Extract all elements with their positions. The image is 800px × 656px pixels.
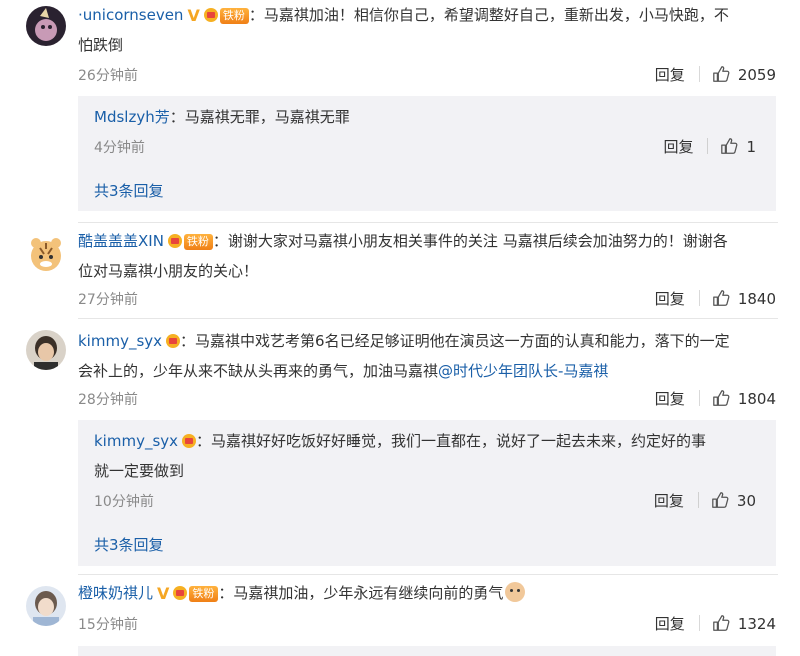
thumb-up-icon[interactable] <box>712 389 730 407</box>
comment-text: ：马嘉祺加油，少年永远有继续向前的勇气 <box>218 584 504 602</box>
avatar[interactable] <box>26 234 66 274</box>
fan-badge: 铁粉 <box>183 234 213 250</box>
reply-username[interactable]: kimmy_syx <box>94 432 178 450</box>
crown-badge-icon <box>173 586 188 600</box>
thumb-up-icon[interactable] <box>720 137 738 155</box>
reply-box: kimmy_syx ：马嘉祺好好吃饭好好睡觉，我们一直都在，说好了一起去未来，约定… <box>78 420 776 566</box>
reply-actions: 回复 30 <box>654 490 756 511</box>
like-count: 2059 <box>737 66 776 84</box>
comment-text: 会补上的，少年从来不缺从头再来的勇气，加油马嘉祺 <box>78 362 439 380</box>
divider <box>698 66 700 82</box>
reply-actions: 回复 1 <box>663 136 756 157</box>
reply-box <box>78 646 776 656</box>
reply-time: 10分钟前 <box>94 494 154 510</box>
comment-time: 15分钟前 <box>78 617 138 633</box>
comment-text-line: kimmy_syx ：马嘉祺中戏艺考第6名已经足够证明他在演员这一方面的认真和能力… <box>78 326 778 356</box>
reply-button[interactable]: 回复 <box>655 615 685 633</box>
comment-actions: 回复 1804 <box>655 388 776 409</box>
reply-text-line: kimmy_syx ：马嘉祺好好吃饭好好睡觉，我们一直都在，说好了一起去未来，约定… <box>94 426 706 456</box>
thumb-up-icon[interactable] <box>711 491 729 509</box>
comment-actions: 回复 1840 <box>655 288 776 309</box>
comment-username[interactable]: kimmy_syx <box>78 332 162 350</box>
more-replies-link[interactable]: 共3条回复 <box>94 180 164 201</box>
comment-text-line: 酷盖盖盖XIN 铁粉 ：谢谢大家对马嘉祺小朋友相关事件的关注 马嘉祺后续会加油努力的… <box>78 226 778 256</box>
like-count: 1324 <box>737 615 776 633</box>
reply-button[interactable]: 回复 <box>655 66 685 84</box>
comment-text-line: 橙味奶祺儿 V 铁粉 ：马嘉祺加油，少年永远有继续向前的勇气 <box>78 578 778 609</box>
reply-username[interactable]: Mdslzyh芳 <box>94 108 170 126</box>
avatar[interactable] <box>26 330 66 370</box>
reply-button[interactable]: 回复 <box>654 492 684 510</box>
divider <box>698 615 700 631</box>
reply-text: ：马嘉祺无罪，马嘉祺无罪 <box>169 108 350 126</box>
comment-text-continuation: 会补上的，少年从来不缺从头再来的勇气，加油马嘉祺@时代少年团队长-马嘉祺 <box>78 356 608 386</box>
comment-username[interactable]: 橙味奶祺儿 <box>78 584 153 602</box>
more-replies-link[interactable]: 共3条回复 <box>94 534 164 555</box>
reply-time: 4分钟前 <box>94 140 145 156</box>
reply-button[interactable]: 回复 <box>655 290 685 308</box>
thumb-up-icon[interactable] <box>712 65 730 83</box>
comment-text: ：谢谢大家对马嘉祺小朋友相关事件的关注 马嘉祺后续会加油努力的！谢谢各 <box>212 232 728 250</box>
reply-text-line: Mdslzyh芳：马嘉祺无罪，马嘉祺无罪 <box>94 102 350 132</box>
comment-time: 28分钟前 <box>78 392 138 408</box>
dog-face-emoji-icon <box>505 582 526 602</box>
divider <box>78 574 778 575</box>
reply-box: Mdslzyh芳：马嘉祺无罪，马嘉祺无罪 4分钟前 回复 1 共3条回复 <box>78 96 776 211</box>
like-count: 30 <box>736 492 756 510</box>
verified-v-icon: V <box>187 6 200 25</box>
crown-badge-icon <box>167 234 182 248</box>
divider <box>698 290 700 306</box>
comment-actions: 回复 2059 <box>655 64 776 85</box>
thumb-up-icon[interactable] <box>712 289 730 307</box>
avatar[interactable] <box>26 586 66 626</box>
comment-time: 27分钟前 <box>78 292 138 308</box>
comment-time: 26分钟前 <box>78 68 138 84</box>
comment-text: ：马嘉祺加油！相信你自己，希望调整好自己，重新出发，小马快跑，不 <box>248 6 729 24</box>
divider <box>697 492 699 508</box>
crown-badge-icon <box>166 334 181 348</box>
reply-button[interactable]: 回复 <box>655 390 685 408</box>
crown-badge-icon <box>182 434 197 448</box>
mention-link[interactable]: @时代少年团队长-马嘉祺 <box>438 362 608 380</box>
comment-username[interactable]: 酷盖盖盖XIN <box>78 232 164 250</box>
crown-badge-icon <box>203 8 218 22</box>
reply-text: ：马嘉祺好好吃饭好好睡觉，我们一直都在，说好了一起去未来，约定好的事 <box>196 432 707 450</box>
divider <box>707 138 709 154</box>
avatar[interactable] <box>26 6 66 46</box>
comment-text-continuation: 怕跌倒 <box>78 36 124 54</box>
like-count: 1 <box>746 138 756 156</box>
comment-username[interactable]: ·unicornseven <box>78 6 183 24</box>
fan-badge: 铁粉 <box>189 586 219 602</box>
verified-v-icon: V <box>157 584 170 603</box>
comment-actions: 回复 1324 <box>655 613 776 634</box>
comment-text-line: ·unicornseven V 铁粉 ：马嘉祺加油！相信你自己，希望调整好自己，重新出… <box>78 0 778 31</box>
reply-text-continuation: 就一定要做到 <box>94 462 185 480</box>
reply-button[interactable]: 回复 <box>663 138 693 156</box>
divider <box>698 390 700 406</box>
thumb-up-icon[interactable] <box>712 614 730 632</box>
divider <box>78 318 778 319</box>
comment-text: ：马嘉祺中戏艺考第6名已经足够证明他在演员这一方面的认真和能力，落下的一定 <box>180 332 730 350</box>
fan-badge: 铁粉 <box>219 8 249 24</box>
like-count: 1840 <box>737 290 776 308</box>
like-count: 1804 <box>737 390 776 408</box>
comment-text-continuation: 位对马嘉祺小朋友的关心！ <box>78 262 259 280</box>
divider <box>78 222 778 223</box>
